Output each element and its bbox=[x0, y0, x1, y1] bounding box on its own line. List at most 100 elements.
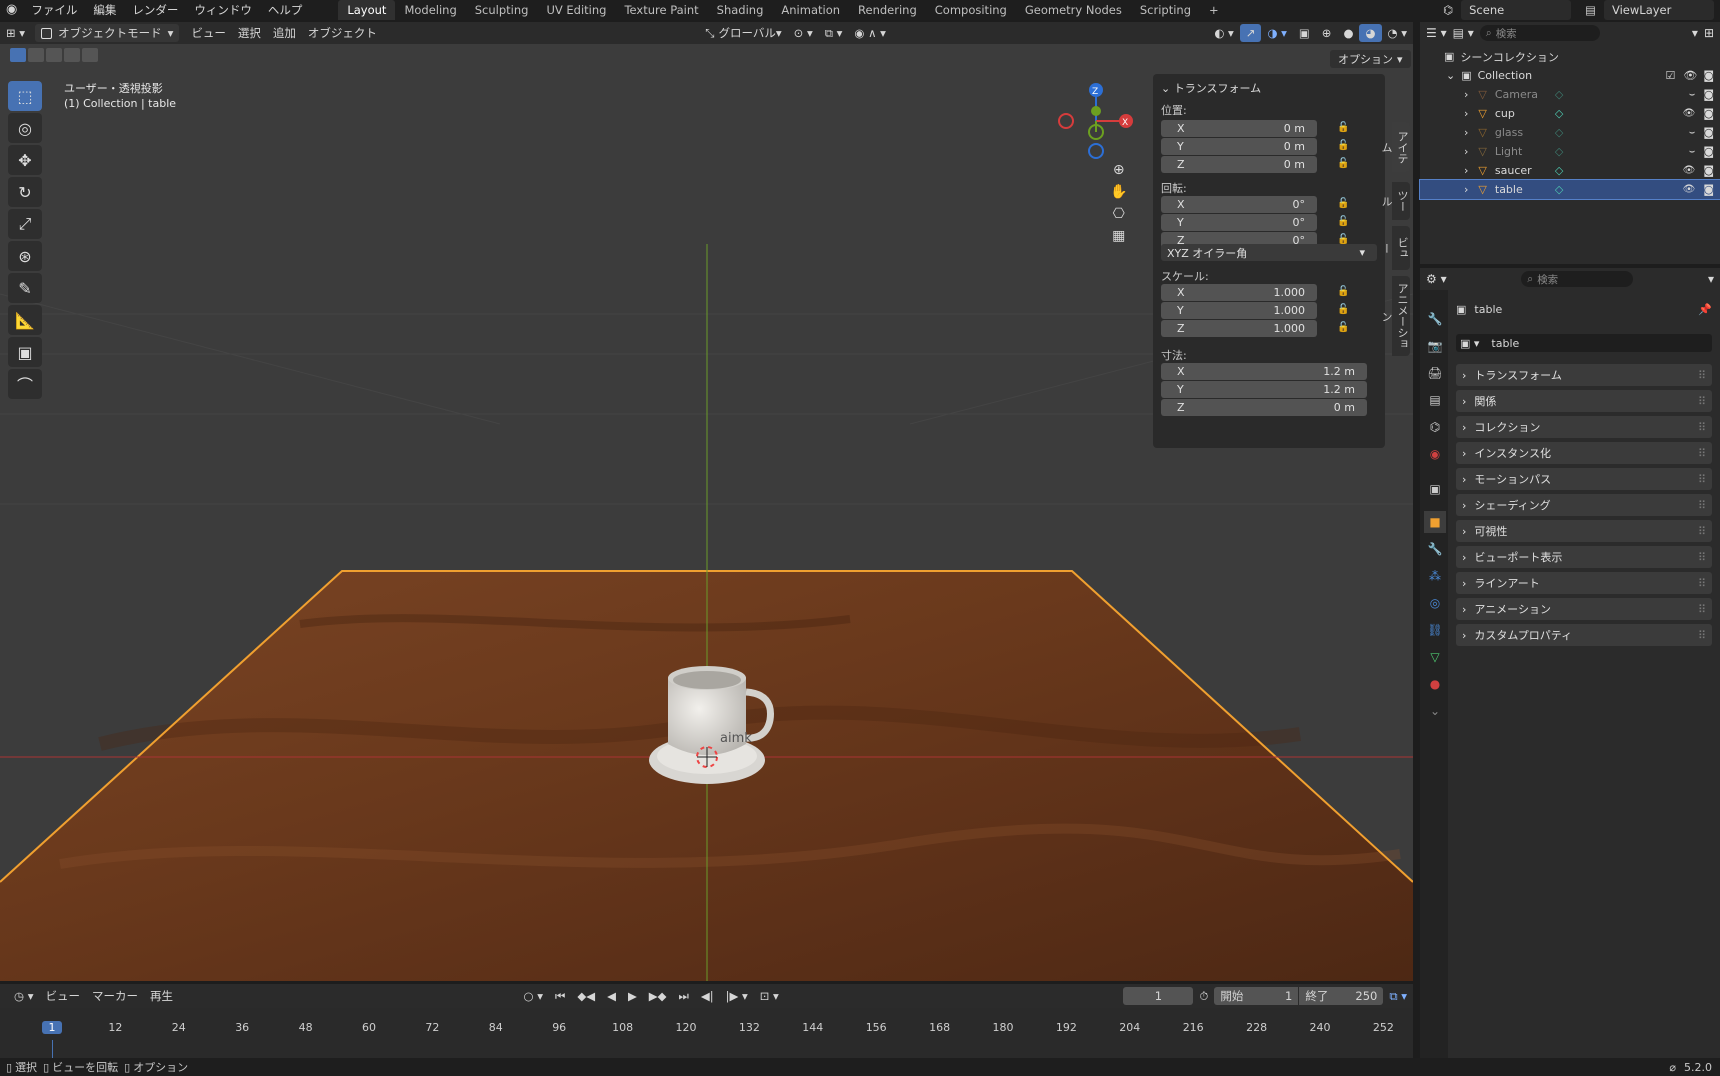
editor-type-icon[interactable]: ◷ ▾ bbox=[8, 987, 39, 1005]
end-frame-field[interactable]: 終了 250 bbox=[1299, 987, 1384, 1005]
jump-end-icon[interactable]: ⏭ bbox=[673, 987, 695, 1005]
autokey-icon[interactable]: ⊡ ▾ bbox=[754, 987, 785, 1005]
render-icon[interactable]: 📷 bbox=[1424, 335, 1446, 357]
display-mode-icon[interactable]: ▤ ▾ bbox=[1453, 26, 1474, 40]
properties-section-1[interactable]: › 関係 ⠿ bbox=[1456, 390, 1712, 412]
chevron-right-icon[interactable]: › bbox=[1464, 164, 1468, 177]
rotate-tool-icon[interactable]: ↻ bbox=[8, 177, 42, 207]
scale-y-field[interactable]: Y 1.000 bbox=[1161, 302, 1317, 319]
add-cube-tool-icon[interactable]: ▣ bbox=[8, 337, 42, 367]
menu-1[interactable]: 編集 bbox=[85, 0, 124, 20]
camera-icon[interactable]: ◙ bbox=[1703, 107, 1714, 120]
prev-keyframe-icon[interactable]: ◆◀ bbox=[571, 987, 601, 1005]
lock-icon[interactable]: 🔓 bbox=[1337, 198, 1349, 210]
visibility-icon[interactable]: ◐ ▾ bbox=[1208, 24, 1239, 42]
properties-section-10[interactable]: › カスタムプロパティ ⠿ bbox=[1456, 624, 1712, 646]
lock-icon[interactable]: 🔓 bbox=[1337, 322, 1349, 334]
add-workspace-button[interactable]: + bbox=[1200, 0, 1228, 20]
outliner-item-cup[interactable]: › ▽ cup ◇ 👁 ◙ bbox=[1420, 104, 1720, 123]
curve-tool-icon[interactable]: ⌒ bbox=[8, 369, 42, 399]
pan-hand-icon[interactable]: ✋ bbox=[1110, 184, 1127, 200]
eye-icon[interactable]: 👁 bbox=[1683, 184, 1696, 195]
select-invert-icon[interactable] bbox=[82, 48, 98, 62]
properties-section-4[interactable]: › モーションパス ⠿ bbox=[1456, 468, 1712, 490]
scene-icon[interactable]: ⌬ bbox=[1424, 416, 1446, 438]
eye-closed-icon[interactable]: ⌣ bbox=[1689, 146, 1696, 157]
scale-z-field[interactable]: Z 1.000 bbox=[1161, 320, 1317, 337]
tool-icon[interactable]: 🔧 bbox=[1424, 308, 1446, 330]
drag-handle-icon[interactable]: ⠿ bbox=[1698, 525, 1706, 538]
move-tool-icon[interactable]: ✥ bbox=[8, 145, 42, 175]
world-icon[interactable]: ◉ bbox=[1424, 443, 1446, 465]
scale-x-field[interactable]: X 1.000 bbox=[1161, 284, 1317, 301]
object-icon[interactable]: ■ bbox=[1424, 511, 1446, 533]
annotate-tool-icon[interactable]: ✎ bbox=[8, 273, 42, 303]
lock-icon[interactable]: 🔓 bbox=[1337, 140, 1349, 152]
chevron-right-icon[interactable]: › bbox=[1464, 126, 1468, 139]
location-x-field[interactable]: X0 m bbox=[1161, 120, 1317, 137]
material-shading-icon[interactable]: ◕ bbox=[1359, 24, 1382, 42]
eye-icon[interactable]: 👁 bbox=[1683, 69, 1697, 82]
editor-type-icon[interactable]: ☰ ▾ bbox=[1426, 26, 1447, 40]
next-keyframe-icon[interactable]: ▶◆ bbox=[643, 987, 673, 1005]
workspace-tab-10[interactable]: Scripting bbox=[1131, 0, 1200, 20]
lock-icon[interactable]: 🔓 bbox=[1337, 158, 1349, 170]
solid-shading-icon[interactable]: ● bbox=[1337, 24, 1359, 42]
workspace-tab-4[interactable]: Texture Paint bbox=[615, 0, 707, 20]
n-panel-tab-3[interactable]: アニメーション bbox=[1380, 276, 1410, 356]
menu-2[interactable]: レンダー bbox=[124, 0, 186, 20]
chevron-right-icon[interactable]: › bbox=[1464, 145, 1468, 158]
scene-selector[interactable]: Scene bbox=[1461, 0, 1572, 20]
drag-handle-icon[interactable]: ⠿ bbox=[1698, 421, 1706, 434]
drag-handle-icon[interactable]: ⠿ bbox=[1698, 629, 1706, 642]
stopwatch-icon[interactable]: ⏱ bbox=[1193, 987, 1214, 1005]
workspace-tab-0[interactable]: Layout bbox=[338, 0, 396, 20]
workspace-tab-8[interactable]: Compositing bbox=[926, 0, 1016, 20]
workspace-tab-5[interactable]: Shading bbox=[708, 0, 773, 20]
lock-icon[interactable]: 🔓 bbox=[1337, 122, 1349, 134]
timeline-menu-2[interactable]: 再生 bbox=[144, 987, 179, 1005]
grid-view-icon[interactable]: ▦ bbox=[1112, 228, 1125, 244]
n-panel-tab-1[interactable]: ツール bbox=[1380, 182, 1410, 220]
properties-section-6[interactable]: › 可視性 ⠿ bbox=[1456, 520, 1712, 542]
outliner-item-camera[interactable]: › ▽ Camera ◇ ⌣ ◙ bbox=[1420, 85, 1720, 104]
current-frame-field[interactable]: 1 bbox=[1123, 987, 1194, 1005]
play-reverse-icon[interactable]: ◀ bbox=[601, 987, 622, 1005]
select-subtract-icon[interactable] bbox=[46, 48, 62, 62]
rotation-x-field[interactable]: X 0° bbox=[1161, 196, 1317, 213]
drag-handle-icon[interactable]: ⠿ bbox=[1698, 473, 1706, 486]
scale-tool-icon[interactable]: ⤢ bbox=[8, 209, 42, 239]
view-layer-selector[interactable]: ViewLayer bbox=[1604, 0, 1714, 20]
properties-section-5[interactable]: › シェーディング ⠿ bbox=[1456, 494, 1712, 516]
playhead[interactable]: 1 bbox=[42, 1021, 62, 1034]
eye-icon[interactable]: 👁 bbox=[1683, 108, 1696, 119]
properties-section-8[interactable]: › ラインアート ⠿ bbox=[1456, 572, 1712, 594]
drag-handle-icon[interactable]: ⠿ bbox=[1698, 551, 1706, 564]
snap-icon[interactable]: ⧉ ▾ bbox=[819, 24, 849, 42]
viewport-menu-3[interactable]: オブジェクト bbox=[302, 24, 383, 42]
editor-type-icon[interactable]: ⊞ ▾ bbox=[0, 24, 31, 42]
start-frame-field[interactable]: 開始 1 bbox=[1214, 987, 1299, 1005]
timeline-menu-0[interactable]: ビュー bbox=[39, 987, 86, 1005]
measure-tool-icon[interactable]: 📐 bbox=[8, 305, 42, 335]
prev-frame-icon[interactable]: ◀| bbox=[695, 987, 720, 1005]
rendered-shading-icon[interactable]: ◔ ▾ bbox=[1382, 24, 1413, 42]
camera-icon[interactable]: ◙ bbox=[1703, 88, 1714, 101]
viewport-menu-1[interactable]: 選択 bbox=[232, 24, 267, 42]
select-new-icon[interactable] bbox=[10, 48, 26, 62]
properties-section-7[interactable]: › ビューポート表示 ⠿ bbox=[1456, 546, 1712, 568]
outliner-item-glass[interactable]: › ▽ glass ◇ ⌣ ◙ bbox=[1420, 123, 1720, 142]
workspace-tab-2[interactable]: Sculpting bbox=[466, 0, 538, 20]
properties-section-3[interactable]: › インスタンス化 ⠿ bbox=[1456, 442, 1712, 464]
eye-closed-icon[interactable]: ⌣ bbox=[1689, 127, 1696, 138]
transform-panel-header[interactable]: ⌄ トランスフォーム bbox=[1161, 80, 1261, 96]
location-y-field[interactable]: Y0 m bbox=[1161, 138, 1317, 155]
menu-3[interactable]: ウィンドウ bbox=[186, 0, 260, 20]
select-extend-icon[interactable] bbox=[28, 48, 44, 62]
properties-section-9[interactable]: › アニメーション ⠿ bbox=[1456, 598, 1712, 620]
camera-icon[interactable]: ◙ bbox=[1703, 145, 1714, 158]
properties-search[interactable]: ⌕ 検索 bbox=[1521, 271, 1634, 287]
outliner-item-table[interactable]: › ▽ table ◇ 👁 ◙ bbox=[1419, 179, 1720, 200]
drag-handle-icon[interactable]: ⠿ bbox=[1698, 603, 1706, 616]
select-intersect-icon[interactable] bbox=[64, 48, 80, 62]
